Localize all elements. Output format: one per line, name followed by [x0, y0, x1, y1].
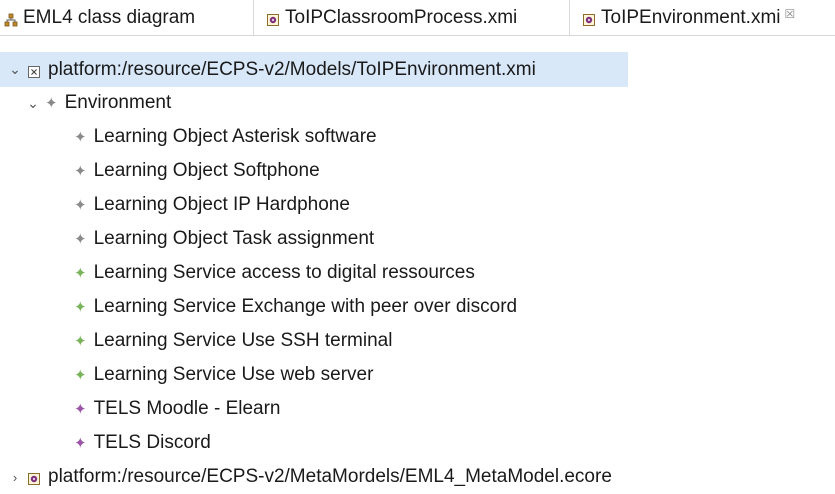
- tree-item[interactable]: ✦ Learning Object IP Hardphone: [74, 188, 350, 222]
- tree-item-label: Learning Service Use web server: [93, 364, 374, 385]
- ecore-package-icon: [27, 470, 41, 485]
- tab-label: ToIPEnvironment.xmi: [601, 6, 781, 28]
- tab-label: EML4 class diagram: [23, 6, 196, 28]
- model-file-icon: [582, 11, 596, 26]
- editor-tab-bar: EML4 class diagram ToIPClassroomProcess.…: [0, 0, 835, 36]
- tels-icon: ✦: [74, 434, 87, 452]
- model-file-icon: [266, 11, 280, 26]
- tree-item[interactable]: ✦ Learning Object Task assignment: [74, 222, 374, 256]
- tree-item-label: Environment: [64, 92, 172, 113]
- tree-item-environment[interactable]: ⌄ ✦ Environment: [26, 86, 171, 120]
- tree-item-label: Learning Object IP Hardphone: [93, 194, 350, 215]
- chevron-down-icon[interactable]: ⌄: [8, 61, 22, 78]
- learning-service-icon: ✦: [74, 298, 87, 316]
- tab-eml4-class-diagram[interactable]: EML4 class diagram: [0, 0, 253, 35]
- tree-item-label: TELS Discord: [93, 432, 211, 453]
- close-icon[interactable]: ☒: [785, 7, 796, 21]
- tels-icon: ✦: [74, 400, 87, 418]
- tree-item-label: Learning Service Exchange with peer over…: [93, 296, 518, 317]
- tree-item[interactable]: ✦ Learning Object Softphone: [74, 154, 320, 188]
- tree-item[interactable]: ✦ Learning Object Asterisk software: [74, 120, 377, 154]
- tree-item[interactable]: ✦ Learning Service Use SSH terminal: [74, 324, 392, 358]
- chevron-right-icon[interactable]: ›: [8, 470, 22, 485]
- tree-item-label: Learning Object Asterisk software: [93, 126, 377, 147]
- tree-item[interactable]: ✦ TELS Discord: [74, 426, 211, 460]
- tree-root-row[interactable]: ⌄ platform:/resource/ECPS-v2/Models/ToIP…: [0, 52, 628, 87]
- learning-service-icon: ✦: [74, 264, 87, 282]
- tree-item-label: Learning Object Task assignment: [93, 228, 375, 249]
- tree-item[interactable]: ✦ Learning Service access to digital res…: [74, 256, 475, 290]
- tree-item[interactable]: ✦ TELS Moodle - Elearn: [74, 392, 281, 426]
- learning-object-icon: ✦: [74, 162, 87, 180]
- learning-object-icon: ✦: [74, 196, 87, 214]
- tree-root-label: platform:/resource/ECPS-v2/Models/ToIPEn…: [48, 58, 536, 80]
- tree-item-label: TELS Moodle - Elearn: [93, 398, 281, 419]
- tree-item[interactable]: ✦ Learning Service Exchange with peer ov…: [74, 290, 517, 324]
- learning-service-icon: ✦: [74, 366, 87, 384]
- chevron-down-icon[interactable]: ⌄: [26, 95, 40, 112]
- class-diagram-icon: [4, 11, 18, 26]
- tree-item-label: Learning Service Use SSH terminal: [93, 330, 393, 351]
- tree-root-label: platform:/resource/ECPS-v2/MetaMordels/E…: [48, 466, 612, 487]
- tab-label: ToIPClassroomProcess.xmi: [285, 6, 518, 28]
- tree-root-row-ecore[interactable]: › platform:/resource/ECPS-v2/MetaMordels…: [8, 460, 612, 494]
- learning-object-icon: ✦: [74, 230, 87, 248]
- tab-toip-classroom-process[interactable]: ToIPClassroomProcess.xmi: [253, 0, 569, 35]
- tree-item-label: Learning Service access to digital resso…: [93, 262, 475, 283]
- learning-object-icon: ✦: [74, 128, 87, 146]
- tree-item-label: Learning Object Softphone: [93, 160, 320, 181]
- environment-object-icon: ✦: [45, 94, 58, 112]
- tab-toip-environment[interactable]: ToIPEnvironment.xmi ☒: [569, 0, 835, 35]
- tree-item[interactable]: ✦ Learning Service Use web server: [74, 358, 373, 392]
- xmi-file-icon: [27, 63, 41, 78]
- learning-service-icon: ✦: [74, 332, 87, 350]
